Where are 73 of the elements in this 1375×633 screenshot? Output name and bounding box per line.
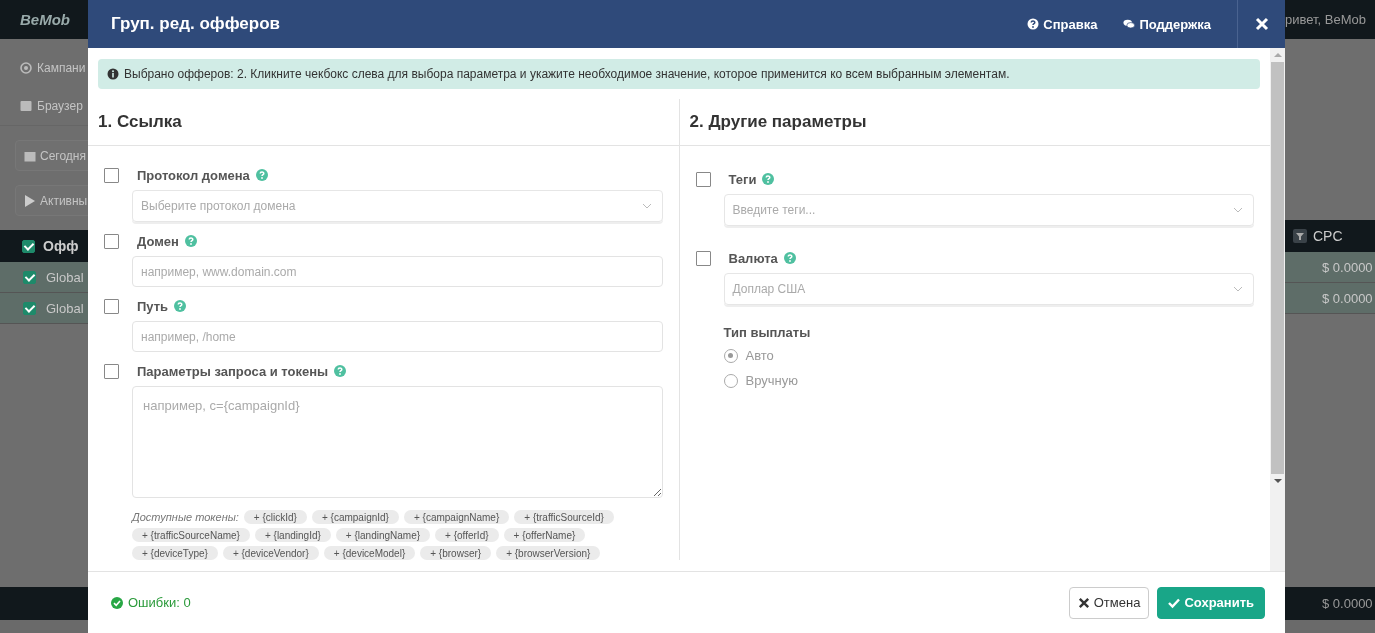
section-title: 1. Ссылка — [98, 112, 182, 132]
token-chip[interactable]: + {deviceType} — [132, 546, 218, 560]
help-icon[interactable] — [174, 300, 187, 312]
token-chip[interactable]: + {landingId} — [254, 528, 331, 542]
dialog-title: Груп. ред. офферов — [111, 14, 281, 34]
check-icon — [1168, 596, 1181, 609]
checkbox[interactable] — [695, 250, 711, 266]
section-title: 2. Другие параметры — [689, 112, 867, 132]
token-chip[interactable]: + {offerId} — [435, 528, 499, 542]
info-icon — [107, 68, 119, 80]
tokens-label: Доступные токены: — [132, 511, 239, 523]
field-label: Тип выплаты — [723, 325, 812, 340]
horizontal-scrollbar[interactable] — [1285, 620, 1375, 633]
table-cell: Global — [46, 300, 84, 316]
column-header: Офф — [43, 238, 79, 254]
field-label: Валюта — [728, 250, 778, 266]
token-chip[interactable]: + {browser} — [420, 546, 492, 560]
token-chip[interactable]: + {browserVersion} — [496, 546, 601, 560]
help-icon[interactable] — [334, 365, 347, 377]
field-label: Параметры запроса и токены — [137, 363, 329, 379]
filter-icon[interactable] — [1293, 229, 1307, 243]
chevron-down-icon — [641, 203, 652, 209]
token-chip[interactable]: + {campaignName} — [403, 510, 510, 524]
horizontal-scrollbar[interactable] — [0, 620, 88, 633]
field-label: Теги — [728, 171, 757, 187]
help-icon[interactable] — [783, 252, 796, 264]
column-header: CPC — [1313, 228, 1343, 244]
field-label: Домен — [137, 233, 179, 249]
help-icon[interactable] — [255, 169, 268, 181]
chat-icon — [1123, 18, 1136, 30]
cancel-button[interactable]: Отмена — [1068, 586, 1150, 619]
token-chip[interactable]: + {landingName} — [335, 528, 431, 542]
close-icon — [1077, 596, 1090, 609]
checkbox[interactable] — [23, 301, 36, 315]
close-icon — [1254, 17, 1269, 31]
field-label: Путь — [137, 298, 169, 314]
checkbox[interactable] — [22, 239, 35, 253]
alert-text: Выбрано офферов: 2. Кликните чекбокс слева для выбора параметра и укажите необходимое значение, которое применится ко всем выбранным элементам. — [124, 67, 1010, 81]
chevron-down-icon — [1233, 207, 1243, 213]
help-icon[interactable] — [184, 235, 197, 247]
textarea-field[interactable]: например, c={campaignId} — [132, 386, 663, 498]
input-field[interactable]: например, www.domain.com — [132, 256, 663, 287]
check-circle-icon — [111, 596, 123, 609]
errors-status: Ошибки: 0 — [111, 595, 191, 610]
play-icon — [24, 194, 36, 207]
header-link[interactable]: Поддержка — [1123, 16, 1211, 32]
table-cell: $ 0.0000 — [1322, 259, 1373, 275]
calendar-icon — [24, 149, 36, 162]
checkbox[interactable] — [104, 363, 119, 379]
checkbox[interactable] — [104, 233, 119, 249]
token-chip[interactable]: + {clickId} — [243, 510, 307, 524]
input-field[interactable]: например, /home — [132, 321, 663, 352]
field-label: Протокол домена — [137, 167, 250, 183]
token-chip[interactable]: + {deviceVendor} — [222, 546, 319, 560]
target-icon — [20, 62, 32, 74]
header-link[interactable]: Справка — [1027, 16, 1098, 32]
token-chip[interactable]: + {trafficSourceId} — [514, 510, 614, 524]
help-icon[interactable] — [762, 173, 775, 185]
token-chip[interactable]: + {campaignId} — [311, 510, 399, 524]
table-cell: $ 0.0000 — [1322, 290, 1373, 306]
token-chip[interactable]: + {trafficSourceName} — [132, 528, 250, 542]
scrollbar[interactable] — [1270, 48, 1285, 571]
table-cell: Global — [46, 269, 84, 285]
token-chip[interactable]: + {deviceModel} — [323, 546, 416, 560]
help-icon — [1027, 18, 1040, 30]
checkbox[interactable] — [23, 270, 36, 284]
total-cell: $ 0.0000 — [1322, 596, 1373, 611]
checkbox[interactable] — [104, 298, 119, 314]
checkbox[interactable] — [104, 167, 119, 183]
checkbox[interactable] — [695, 171, 711, 187]
chevron-down-icon — [1233, 286, 1243, 292]
window-icon — [20, 100, 32, 112]
token-chip[interactable]: + {offerName} — [503, 528, 586, 542]
